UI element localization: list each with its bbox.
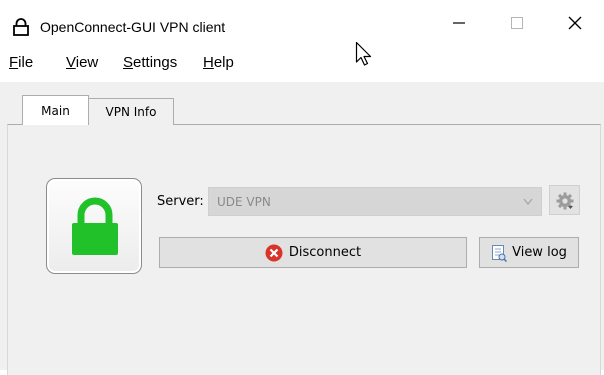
menu-view-mnemonic: V bbox=[66, 54, 76, 71]
server-label: Server: bbox=[157, 194, 204, 209]
menu-file-mnemonic: F bbox=[9, 54, 19, 71]
title-bar[interactable]: OpenConnect-GUI VPN client bbox=[0, 0, 604, 46]
server-value: UDE VPN bbox=[217, 195, 271, 209]
menu-help[interactable]: Help bbox=[203, 53, 234, 73]
server-settings-button[interactable] bbox=[549, 185, 580, 215]
green-padlock-locked-icon bbox=[72, 197, 118, 255]
lock-outline-icon bbox=[12, 18, 30, 36]
close-icon bbox=[568, 16, 582, 30]
disconnect-button[interactable]: Disconnect bbox=[159, 237, 467, 268]
log-page-icon bbox=[492, 244, 508, 262]
gear-icon bbox=[556, 192, 574, 210]
menu-help-mnemonic: H bbox=[203, 54, 214, 71]
minimize-icon bbox=[453, 22, 465, 24]
maximize-icon bbox=[511, 17, 523, 29]
red-x-circle-icon bbox=[265, 244, 283, 261]
disconnect-label: Disconnect bbox=[288, 244, 362, 260]
menu-settings-label: ettings bbox=[133, 54, 178, 71]
minimize-button[interactable] bbox=[436, 0, 482, 46]
chevron-down-icon bbox=[523, 198, 533, 206]
vpn-client-window: OpenConnect-GUI VPN client File View Set… bbox=[0, 0, 604, 375]
connection-status-button[interactable] bbox=[46, 178, 142, 274]
menu-settings[interactable]: Settings bbox=[123, 53, 177, 73]
window-title: OpenConnect-GUI VPN client bbox=[40, 19, 226, 35]
server-select[interactable]: UDE VPN bbox=[208, 187, 542, 216]
tab-vpn-info[interactable]: VPN Info bbox=[88, 98, 174, 125]
view-log-button[interactable]: View log bbox=[479, 237, 579, 268]
tab-main[interactable]: Main bbox=[22, 95, 89, 125]
close-button[interactable] bbox=[552, 0, 598, 46]
view-log-label: View log bbox=[512, 244, 567, 260]
menu-file[interactable]: File bbox=[9, 53, 33, 73]
menu-file-label: ile bbox=[18, 54, 34, 71]
menu-help-label: elp bbox=[213, 54, 234, 71]
mouse-cursor-icon bbox=[355, 41, 372, 66]
menu-bar: File View Settings Help bbox=[0, 46, 604, 82]
menu-view-label: iew bbox=[75, 54, 99, 71]
menu-settings-mnemonic: S bbox=[123, 54, 134, 71]
menu-view[interactable]: View bbox=[66, 53, 98, 73]
maximize-button[interactable] bbox=[494, 0, 540, 46]
